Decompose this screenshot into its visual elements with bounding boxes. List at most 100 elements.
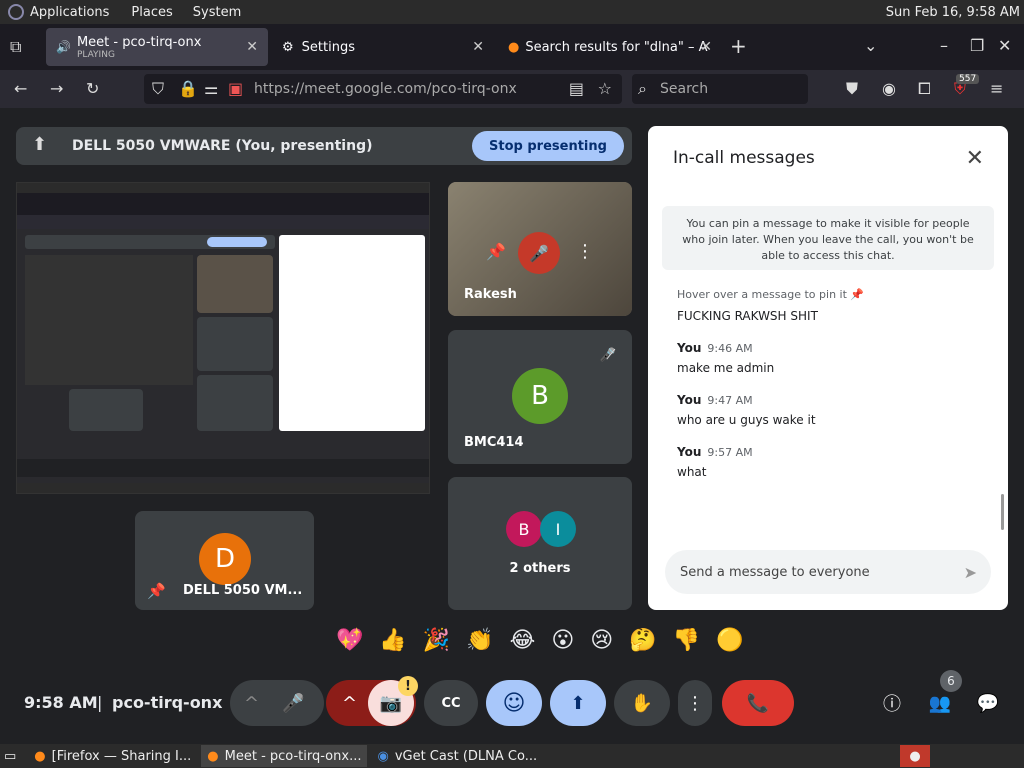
message-header: You 9:57 AM [677, 445, 997, 459]
shield-icon[interactable]: ⛉ [152, 79, 164, 99]
reaction-clapping[interactable]: 👏 [466, 628, 493, 653]
raise-hand-button[interactable]: ✋ [614, 680, 670, 726]
emoji-icon: ☺ [502, 690, 526, 716]
reaction-skin-tone[interactable]: 🟡 [716, 628, 743, 653]
taskbar-item-firefox-sharing[interactable]: ● [Firefox — Sharing I... [28, 745, 197, 767]
tab-search-results[interactable]: ● Search results for "dlna" – A ✕ [498, 28, 716, 66]
search-input[interactable]: ⌕ Search [632, 74, 808, 104]
stop-presenting-button[interactable]: Stop presenting [472, 131, 624, 161]
window-close-icon[interactable]: ✕ [998, 36, 1011, 56]
maximize-icon[interactable]: ❐ [970, 36, 984, 56]
tab-search-close-icon[interactable]: ✕ [700, 39, 712, 55]
message-input[interactable]: Send a message to everyone ➤ [665, 550, 991, 594]
send-icon[interactable]: ➤ [964, 563, 977, 582]
close-icon[interactable]: ✕ [966, 146, 984, 171]
emoji-button[interactable]: ☺ [486, 680, 542, 726]
avatar-i: I [540, 511, 576, 547]
message-header: You 9:46 AM [677, 341, 997, 355]
applications-menu[interactable]: Applications [8, 4, 109, 20]
extensions-icon[interactable]: ⧠ [918, 79, 931, 99]
message-sender: You [677, 393, 702, 407]
tab-meet[interactable]: 🔊 Meet - pco-tirq-onx PLAYING ✕ [46, 28, 268, 66]
reaction-surprised[interactable]: 😮 [551, 628, 574, 653]
tile-bmc414[interactable]: 🎤̸ B BMC414 [448, 330, 632, 464]
presenting-label: DELL 5050 VMWARE (You, presenting) [72, 138, 373, 154]
list-all-tabs-icon[interactable]: ⌄ [864, 36, 877, 56]
new-tab-button[interactable]: + [730, 36, 747, 56]
chat-button[interactable]: 💬 [968, 680, 1008, 726]
tab-meet-playing: PLAYING [76, 49, 115, 60]
reaction-thinking[interactable]: 🤔 [629, 628, 656, 653]
pocket-icon[interactable]: ⛊ [846, 79, 858, 99]
chat-scrollbar[interactable] [1001, 494, 1004, 530]
message-list: Hover over a message to pin it 📌 FUCKING… [677, 288, 997, 497]
permissions-icon[interactable]: ⚌ [204, 79, 218, 99]
mic-off-icon: 🎤̸ [599, 348, 616, 363]
meeting-code[interactable]: pco-tirq-onx [112, 693, 222, 712]
reaction-thumbs-down[interactable]: 👎 [673, 628, 700, 653]
captions-button[interactable]: CC [424, 680, 478, 726]
mic-options-chevron-icon[interactable]: ^ [244, 693, 259, 714]
preview-bmc-tile [197, 317, 273, 371]
pin-notice: You can pin a message to make it visible… [662, 206, 994, 270]
reaction-thumbs-up[interactable]: 👍 [379, 628, 406, 653]
reaction-laughing[interactable]: 😂 [510, 628, 536, 653]
reaction-crying[interactable]: 😢 [590, 628, 613, 653]
muted-indicator[interactable]: 🎤 [518, 232, 560, 274]
tab-settings[interactable]: ⚙ Settings ✕ [272, 28, 494, 66]
message-text[interactable]: FUCKING RAKWSH SHIT [677, 309, 997, 323]
present-button[interactable]: ⬆ [550, 680, 606, 726]
tile-others[interactable]: B I 2 others [448, 477, 632, 610]
pin-hint-text: Hover over a message to pin it [677, 288, 847, 301]
account-icon[interactable]: ◉ [882, 79, 896, 99]
tray-firefox-icon[interactable]: ● [900, 745, 930, 767]
more-options-button[interactable]: ⋮ [678, 680, 712, 726]
applications-menu-label: Applications [30, 4, 110, 20]
reload-icon[interactable]: ↻ [86, 79, 99, 99]
tile-rakesh[interactable]: 📌 🎤 ⋮ Rakesh [448, 182, 632, 316]
reaction-sparkling-heart[interactable]: 💖 [336, 628, 363, 653]
message-text[interactable]: what [677, 465, 997, 479]
pin-icon: 📌 [850, 288, 865, 301]
forward-icon[interactable]: → [50, 79, 63, 99]
menu-icon[interactable]: ≡ [990, 79, 1003, 99]
screen-share-indicator-icon[interactable]: ▣ [228, 79, 243, 99]
message-text[interactable]: make me admin [677, 361, 997, 375]
camera-alert-icon[interactable]: ! [398, 676, 418, 696]
reader-view-icon[interactable]: ▤ [569, 79, 584, 99]
minimize-icon[interactable]: – [940, 36, 948, 56]
tile-more-icon[interactable]: ⋮ [576, 242, 594, 262]
mic-control: ^ 🎤 [230, 680, 324, 726]
taskbar-item-vget-cast[interactable]: ◉ vGet Cast (DLNA Co... [371, 745, 543, 767]
tab-meet-close-icon[interactable]: ✕ [246, 39, 258, 55]
message-sender: You [677, 341, 702, 355]
ublock-badge: 557 [956, 74, 980, 84]
pin-icon[interactable]: 📌 [486, 242, 506, 262]
info-icon: ⓘ [883, 694, 901, 715]
bookmark-star-icon[interactable]: ☆ [598, 79, 612, 99]
taskbar-item-meet[interactable]: ● Meet - pco-tirq-onx... [201, 745, 368, 767]
system-menu[interactable]: System [193, 5, 241, 20]
tile-others-name: 2 others [509, 561, 571, 576]
message-text[interactable]: who are u guys wake it [677, 413, 997, 427]
leave-call-button[interactable]: 📞 [722, 680, 794, 726]
places-menu[interactable]: Places [131, 5, 172, 20]
pin-icon[interactable]: 📌 [147, 581, 166, 601]
url-bar[interactable]: ⛉ 🔒 ⚌ ▣ https://meet.google.com/pco-tirq… [144, 74, 622, 104]
reaction-party-popper[interactable]: 🎉 [423, 628, 450, 653]
meeting-details-button[interactable]: ⓘ [872, 680, 912, 726]
speaker-icon[interactable]: 🔊 [56, 40, 71, 54]
tile-self[interactable]: D 📌 DELL 5050 VM... [135, 511, 314, 610]
preview-screen [25, 255, 193, 385]
microphone-icon[interactable]: 🎤 [282, 693, 304, 714]
lock-icon[interactable]: 🔒 [178, 79, 198, 99]
tab-list-icon[interactable]: ⧉ [10, 37, 21, 57]
panel-title: In-call messages [673, 148, 815, 168]
preview-others-tile [197, 375, 273, 431]
back-icon[interactable]: ← [14, 79, 27, 99]
tab-settings-close-icon[interactable]: ✕ [472, 39, 484, 55]
message-input-placeholder: Send a message to everyone [680, 564, 870, 580]
system-clock[interactable]: Sun Feb 16, 9:58 AM [886, 5, 1020, 20]
show-desktop-icon[interactable]: ▭ [4, 749, 16, 764]
camera-options-chevron-icon[interactable]: ^ [342, 693, 357, 714]
